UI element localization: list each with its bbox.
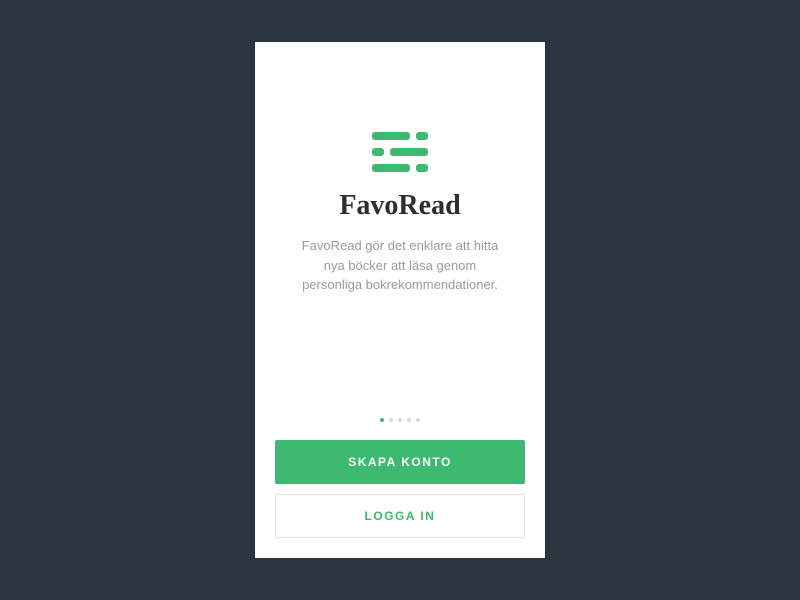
page-dot-1[interactable] [380,418,384,422]
app-description: FavoRead gör det enklare att hitta nya b… [270,236,530,295]
page-dot-5[interactable] [416,418,420,422]
page-dot-3[interactable] [398,418,402,422]
logo-container [372,132,428,172]
create-account-button[interactable]: SKAPA KONTO [275,440,525,484]
onboarding-screen: FavoRead FavoRead gör det enklare att hi… [255,42,545,558]
bottom-section: SKAPA KONTO LOGGA IN [255,418,545,558]
login-button[interactable]: LOGGA IN [275,494,525,538]
content-area: FavoRead FavoRead gör det enklare att hi… [255,42,545,418]
app-title: FavoRead [339,190,460,222]
favoread-logo-icon [372,132,428,172]
page-dot-2[interactable] [389,418,393,422]
page-indicators [275,418,525,422]
page-dot-4[interactable] [407,418,411,422]
